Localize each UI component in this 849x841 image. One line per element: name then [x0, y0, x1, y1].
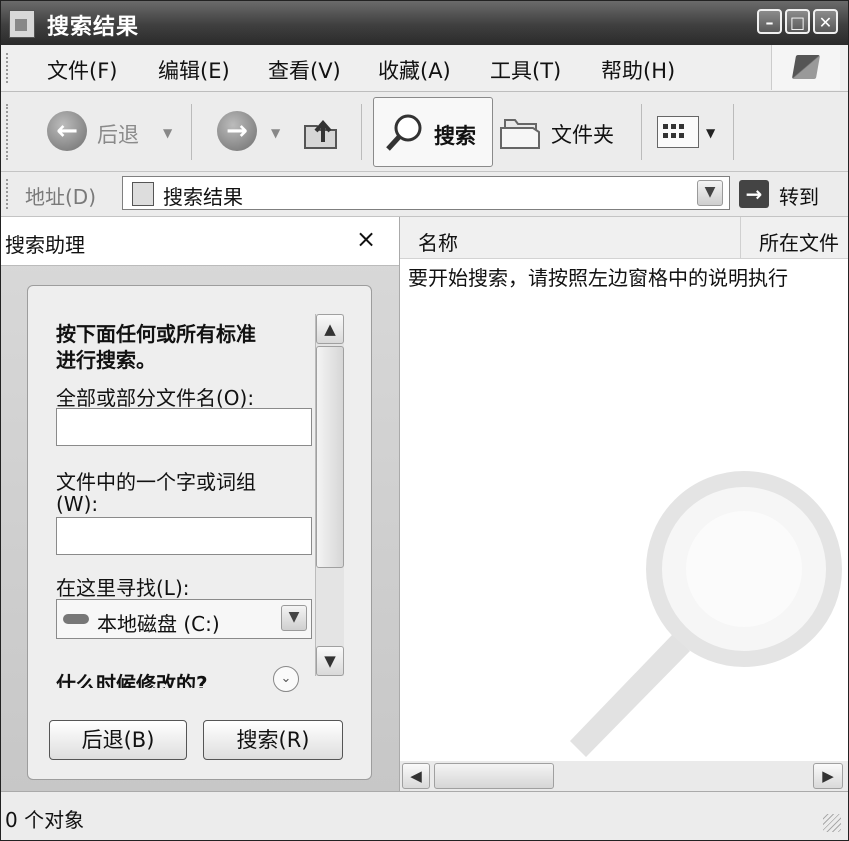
filename-input[interactable]	[56, 408, 312, 446]
back-dropdown-icon[interactable]: ▼	[163, 126, 172, 140]
scroll-thumb[interactable]	[316, 346, 344, 568]
folders-icon[interactable]	[499, 112, 543, 152]
results-message: 要开始搜索，请按照左边窗格中的说明执行	[408, 266, 788, 290]
menu-edit[interactable]: 编辑(E)	[158, 55, 230, 85]
address-value: 搜索结果	[163, 185, 243, 209]
phrase-input[interactable]	[56, 517, 312, 555]
menu-view[interactable]: 查看(V)	[268, 55, 341, 85]
close-window-button[interactable]: ✕	[813, 9, 838, 34]
maximize-button[interactable]: □	[785, 9, 810, 34]
title-bar[interactable]: 搜索结果 – □ ✕	[1, 1, 848, 45]
drive-icon	[63, 614, 89, 624]
windows-logo-icon	[771, 45, 840, 90]
toolbar-separator	[191, 104, 192, 160]
column-header-name[interactable]: 名称	[400, 217, 740, 259]
explorer-window: 搜索结果 – □ ✕ 文件(F) 编辑(E) 查看(V) 收藏(A) 工具(T)…	[0, 0, 849, 841]
close-pane-icon[interactable]: ×	[356, 225, 376, 253]
scroll-right-icon[interactable]: ▶	[813, 763, 843, 789]
forward-arrow-icon[interactable]: →	[217, 111, 257, 151]
window-title: 搜索结果	[47, 15, 140, 40]
folders-button-label[interactable]: 文件夹	[551, 119, 614, 149]
toolbar-separator	[361, 104, 362, 160]
views-icon[interactable]	[657, 116, 699, 148]
scroll-up-icon[interactable]: ▲	[316, 314, 344, 344]
lookin-value: 本地磁盘 (C:)	[97, 612, 220, 636]
results-pane: 名称 所在文件 要开始搜索，请按照左边窗格中的说明执行 ◀ ▶	[399, 217, 848, 791]
back-button[interactable]: 后退(B)	[49, 720, 187, 760]
expand-chevron-icon[interactable]: ⌄	[273, 666, 299, 692]
address-label: 地址(D)	[25, 185, 97, 209]
menu-help[interactable]: 帮助(H)	[601, 55, 675, 85]
toolbar-grip	[6, 104, 11, 160]
address-dropdown-icon[interactable]: ▼	[697, 180, 723, 206]
toolbar-separator	[733, 104, 734, 160]
menu-bar: 文件(F) 编辑(E) 查看(V) 收藏(A) 工具(T) 帮助(H)	[1, 45, 848, 92]
standard-toolbar: ← 后退 ▼ → ▼ 搜索 文件夹 ▼	[1, 92, 848, 172]
address-input[interactable]: 搜索结果 ▼	[122, 176, 730, 210]
column-folder-label: 所在文件	[759, 231, 839, 255]
search-window-icon	[9, 10, 35, 38]
criteria-heading-line2: 进行搜索。	[56, 348, 156, 372]
magnifier-watermark-icon	[570, 471, 842, 757]
back-button-label[interactable]: 后退	[97, 119, 139, 149]
column-header-folder[interactable]: 所在文件	[740, 217, 848, 259]
address-grip	[6, 179, 11, 209]
menu-grip	[6, 53, 11, 83]
menu-favorites[interactable]: 收藏(A)	[378, 55, 451, 85]
minimize-button[interactable]: –	[757, 9, 782, 34]
column-name-label: 名称	[418, 231, 458, 255]
magnifier-icon	[386, 114, 422, 151]
criteria-heading-line1: 按下面任何或所有标准	[56, 322, 256, 346]
address-bar: 地址(D) 搜索结果 ▼ → 转到	[1, 172, 848, 217]
search-criteria-panel: 按下面任何或所有标准 进行搜索。 全部或部分文件名(O): 文件中的一个字或词组…	[27, 285, 372, 780]
filename-label: 全部或部分文件名(O):	[56, 386, 255, 410]
lookin-label: 在这里寻找(L):	[56, 576, 190, 600]
back-arrow-icon[interactable]: ←	[47, 111, 87, 151]
search-button-label: 搜索	[434, 124, 476, 148]
lookin-select[interactable]: 本地磁盘 (C:) ▼	[56, 599, 312, 639]
toolbar-separator	[641, 104, 642, 160]
search-submit-button[interactable]: 搜索(R)	[203, 720, 343, 760]
forward-dropdown-icon[interactable]: ▼	[271, 126, 280, 140]
status-bar: 0 个对象	[1, 791, 848, 840]
scroll-left-icon[interactable]: ◀	[402, 763, 430, 789]
search-button[interactable]: 搜索	[373, 97, 493, 167]
criteria-scrollbar[interactable]: ▲ ▼	[315, 314, 344, 676]
phrase-label-line1: 文件中的一个字或词组	[56, 470, 256, 494]
search-companion-pane: 搜索助理 × 按下面任何或所有标准 进行搜索。 全部或部分文件名(O): 文件中…	[1, 217, 399, 791]
go-button-label[interactable]: 转到	[779, 181, 819, 210]
horizontal-scroll-thumb[interactable]	[434, 763, 554, 789]
scroll-down-icon[interactable]: ▼	[316, 646, 344, 676]
when-modified-label[interactable]: 什么时候修改的?	[56, 668, 208, 688]
lookin-dropdown-icon[interactable]: ▼	[281, 605, 307, 631]
search-results-icon	[132, 182, 154, 206]
phrase-label-line2: (W):	[56, 492, 99, 516]
search-pane-title: 搜索助理	[5, 233, 85, 257]
menu-file[interactable]: 文件(F)	[47, 55, 117, 85]
resize-grip-icon[interactable]	[823, 814, 841, 832]
menu-tools[interactable]: 工具(T)	[490, 55, 561, 85]
up-folder-icon[interactable]	[301, 112, 341, 152]
views-dropdown-icon[interactable]: ▼	[706, 126, 715, 140]
horizontal-scrollbar[interactable]: ◀ ▶	[400, 761, 848, 791]
status-text: 0 个对象	[5, 808, 85, 832]
search-pane-header: 搜索助理 ×	[1, 217, 399, 266]
go-arrow-icon[interactable]: →	[739, 180, 769, 208]
